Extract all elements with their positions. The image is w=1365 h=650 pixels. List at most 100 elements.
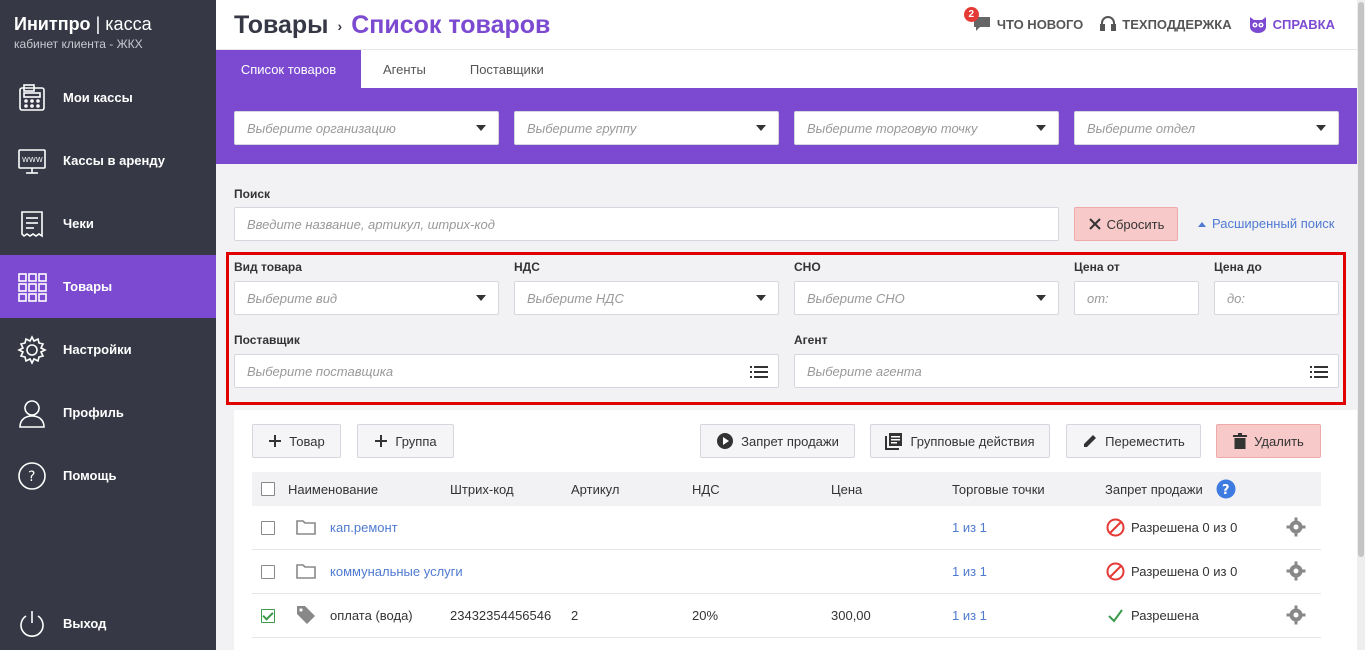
sidebar-item-profile[interactable]: Профиль — [0, 381, 216, 444]
vat-select-value: Выберите НДС — [527, 290, 624, 306]
sidebar-item-rent-registers[interactable]: WWW Кассы в аренду — [0, 129, 216, 192]
tag-icon — [297, 606, 315, 624]
gear-icon[interactable] — [1286, 561, 1306, 581]
sidebar-item-label: Настройки — [63, 342, 132, 357]
group-select[interactable]: Выберите группу — [514, 111, 779, 145]
column-name[interactable]: Наименование — [288, 482, 378, 497]
table-row[interactable]: кап.ремонт 1 из 1 Разрешена 0 из 0 — [252, 506, 1321, 550]
price-to-input[interactable]: до: — [1214, 281, 1339, 315]
row-points[interactable]: 1 из 1 — [952, 520, 987, 535]
table-row[interactable]: коммунальные услуги 1 из 1 Разрешена 0 и… — [252, 550, 1321, 594]
sidebar-item-help[interactable]: ? Помощь — [0, 444, 216, 507]
table-row[interactable]: оплата (вода) 23432354456546 2 20% 300,0… — [252, 594, 1321, 638]
agent-label: Агент — [794, 333, 828, 347]
row-price: 300,00 — [831, 608, 871, 623]
row-points[interactable]: 1 из 1 — [952, 564, 987, 579]
brand: Инитпро | касса кабинет клиента - ЖКХ — [0, 0, 216, 66]
row-name[interactable]: коммунальные услуги — [330, 564, 463, 579]
caret-up-icon — [1198, 222, 1206, 228]
gear-icon[interactable] — [1286, 517, 1306, 537]
product-type-select[interactable]: Выберите вид — [234, 281, 499, 315]
page-title: Список товаров — [351, 11, 551, 39]
row-status: Разрешена 0 из 0 — [1106, 518, 1237, 537]
tab-suppliers[interactable]: Поставщики — [448, 50, 566, 88]
move-button[interactable]: Переместить — [1066, 424, 1201, 458]
scrollbar-thumb[interactable] — [1358, 2, 1364, 557]
caret-down-icon — [476, 295, 486, 301]
tabs: Список товаров Агенты Поставщики — [216, 50, 1357, 88]
department-select[interactable]: Выберите отдел — [1074, 111, 1339, 145]
owl-icon — [1249, 17, 1266, 33]
sno-select-value: Выберите СНО — [807, 290, 905, 306]
header-links: 2 ЧТО НОВОГО ТЕХПОДДЕРЖКА СПРАВКА — [956, 7, 1335, 33]
svg-text:?: ? — [28, 469, 35, 485]
row-vat: 20% — [692, 608, 719, 623]
help-link[interactable]: СПРАВКА — [1248, 15, 1335, 33]
column-barcode[interactable]: Штрих-код — [450, 482, 514, 497]
help-circle-icon[interactable]: ? — [1216, 479, 1236, 499]
advanced-search-label: Расширенный поиск — [1212, 216, 1335, 231]
breadcrumb-root[interactable]: Товары — [234, 11, 329, 40]
sidebar-item-logout[interactable]: Выход — [0, 592, 216, 650]
point-select[interactable]: Выберите торговую точку — [794, 111, 1059, 145]
vat-select[interactable]: Выберите НДС — [514, 281, 779, 315]
column-ban-sale[interactable]: Запрет продажи — [1105, 482, 1203, 497]
search-input[interactable]: Введите название, артикул, штрих-код — [234, 207, 1059, 241]
advanced-search-link[interactable]: Расширенный поиск — [1198, 216, 1334, 231]
tab-product-list[interactable]: Список товаров — [216, 50, 361, 88]
list-icon[interactable] — [750, 365, 768, 379]
ban-sale-button[interactable]: Запрет продажи — [700, 424, 855, 458]
delete-button[interactable]: Удалить — [1216, 424, 1321, 458]
move-label: Переместить — [1105, 433, 1185, 449]
supplier-input[interactable]: Выберите поставщика — [234, 354, 779, 388]
row-name[interactable]: кап.ремонт — [330, 520, 398, 535]
sidebar-item-label: Мои кассы — [63, 90, 133, 105]
sidebar-item-label: Товары — [63, 279, 113, 294]
gear-icon[interactable] — [1286, 605, 1306, 625]
sidebar-item-products[interactable]: Товары — [0, 255, 216, 318]
agent-placeholder: Выберите агента — [807, 363, 922, 379]
list-icon[interactable] — [1310, 365, 1328, 379]
sidebar-item-receipts[interactable]: Чеки — [0, 192, 216, 255]
tab-agents[interactable]: Агенты — [361, 50, 448, 88]
help-label: СПРАВКА — [1272, 16, 1335, 32]
organization-select[interactable]: Выберите организацию — [234, 111, 499, 145]
price-from-placeholder: от: — [1087, 290, 1109, 306]
support-link[interactable]: ТЕХПОДДЕРЖКА — [1099, 15, 1232, 33]
whats-new-link[interactable]: 2 ЧТО НОВОГО — [963, 7, 1083, 33]
sidebar: Инитпро | касса кабинет клиента - ЖКХ Мо… — [0, 0, 216, 650]
caret-down-icon — [1036, 125, 1046, 131]
group-actions-button[interactable]: Групповые действия — [870, 424, 1050, 458]
add-group-button[interactable]: Группа — [357, 424, 454, 458]
breadcrumb-separator: › — [337, 17, 343, 34]
reset-button[interactable]: Сбросить — [1074, 207, 1178, 241]
sidebar-item-my-registers[interactable]: Мои кассы — [0, 66, 216, 129]
brand-subtitle: кабинет клиента - ЖКХ — [14, 37, 143, 51]
price-from-input[interactable]: от: — [1074, 281, 1199, 315]
play-circle-icon — [717, 433, 734, 449]
price-to-label: Цена до — [1214, 260, 1262, 274]
headset-icon — [1100, 16, 1117, 31]
sidebar-item-label: Помощь — [63, 468, 117, 483]
gear-icon — [16, 334, 48, 366]
row-checkbox[interactable] — [261, 565, 275, 579]
row-checkbox[interactable] — [261, 609, 275, 623]
row-checkbox[interactable] — [261, 521, 275, 535]
column-price[interactable]: Цена — [831, 482, 862, 497]
row-points[interactable]: 1 из 1 — [952, 608, 987, 623]
breadcrumb: Товары › Список товаров — [234, 11, 550, 40]
select-all-checkbox[interactable] — [261, 482, 275, 496]
sidebar-item-settings[interactable]: Настройки — [0, 318, 216, 381]
column-article[interactable]: Артикул — [571, 482, 619, 497]
support-label: ТЕХПОДДЕРЖКА — [1122, 16, 1232, 32]
agent-input[interactable]: Выберите агента — [794, 354, 1339, 388]
sno-select[interactable]: Выберите СНО — [794, 281, 1059, 315]
add-product-button[interactable]: Товар — [252, 424, 341, 458]
sidebar-item-label: Выход — [63, 616, 107, 631]
search-input-placeholder: Введите название, артикул, штрих-код — [247, 216, 495, 232]
column-vat[interactable]: НДС — [692, 482, 720, 497]
pencil-icon — [1084, 435, 1097, 447]
table-header: Наименование Штрих-код Артикул НДС Цена … — [252, 472, 1321, 506]
column-points[interactable]: Торговые точки — [952, 482, 1045, 497]
stack-icon — [885, 433, 903, 450]
